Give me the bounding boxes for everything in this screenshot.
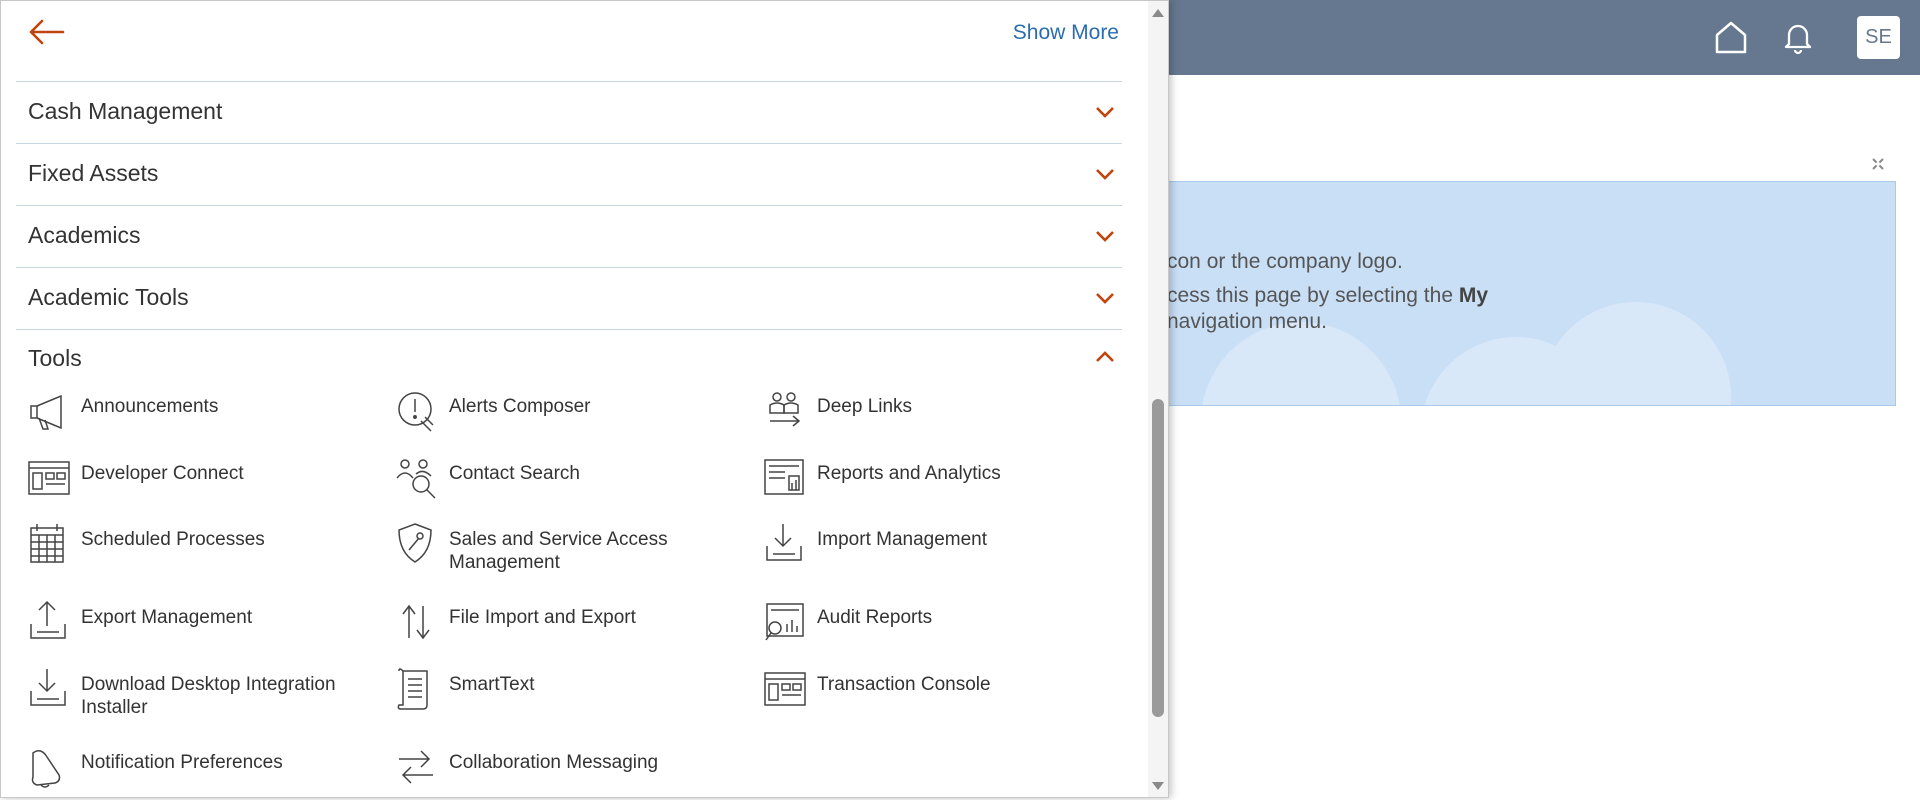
tool-label: Sales and Service Access Management [449, 529, 668, 573]
exchange-arrows-icon [399, 750, 433, 784]
console-window-icon [764, 672, 806, 706]
tool-label: Contact Search [449, 463, 580, 484]
chevron-down-icon [1096, 293, 1114, 304]
people-search-icon [396, 459, 436, 499]
section-label: Cash Management [28, 98, 223, 124]
tool-label: Transaction Console [817, 674, 991, 695]
banner-text-line1: con or the company logo. [1167, 250, 1403, 273]
megaphone-icon [30, 394, 62, 430]
export-tray-icon [30, 600, 66, 639]
home-icon[interactable] [1713, 19, 1749, 55]
import-tray-icon [766, 524, 802, 561]
report-chart-icon [764, 459, 804, 495]
tool-label: File Import and Export [449, 607, 636, 628]
back-arrow-icon[interactable] [27, 17, 67, 47]
calendar-icon [30, 524, 64, 563]
section-academic-tools[interactable]: Academic Tools [16, 267, 1122, 329]
tool-label: Reports and Analytics [817, 463, 1001, 484]
download-tray-icon [30, 669, 66, 706]
tool-label: Import Management [817, 529, 988, 550]
tool-label: Developer Connect [81, 463, 244, 484]
navigator-panel: Show More Cash Management Fixed Assets A… [0, 0, 1169, 798]
chevron-down-icon [1096, 231, 1114, 242]
tool-label: Export Management [81, 607, 253, 628]
scroll-up-arrow-icon[interactable] [1150, 7, 1166, 19]
section-fixed-assets[interactable]: Fixed Assets [16, 143, 1122, 205]
tool-label: Collaboration Messaging [449, 752, 659, 773]
scroll-document-icon [397, 668, 428, 710]
tool-label: SmartText [449, 674, 535, 695]
tool-label: Alerts Composer [449, 396, 591, 417]
scroll-down-arrow-icon[interactable] [1150, 780, 1166, 792]
tool-label: Deep Links [817, 396, 913, 417]
banner-cloud-decoration [1541, 302, 1731, 405]
tool-label: Announcements [81, 396, 219, 417]
tool-label: Scheduled Processes [81, 529, 265, 550]
banner-text-line3: navigation menu. [1167, 310, 1327, 333]
shield-wrench-icon [398, 523, 432, 563]
chevron-down-icon [1096, 169, 1114, 180]
banner-text-line2-body: cess this page by selecting the [1167, 284, 1459, 307]
section-label: Tools [28, 345, 82, 371]
chevron-down-icon [1096, 107, 1114, 118]
people-link-icon [769, 392, 801, 427]
section-cash-management[interactable]: Cash Management [16, 81, 1122, 143]
audit-report-icon [765, 603, 804, 641]
tool-label: Notification Preferences [81, 752, 283, 773]
bell-icon[interactable] [1780, 19, 1816, 55]
up-down-arrows-icon [402, 604, 430, 640]
tool-label: Audit Reports [817, 607, 933, 628]
banner-text-line2: cess this page by selecting the My [1167, 283, 1488, 309]
show-more-link[interactable]: Show More [1013, 21, 1119, 45]
banner-close-icon[interactable] [1870, 156, 1886, 172]
section-tools[interactable]: Tools [16, 329, 1122, 385]
section-label: Fixed Assets [28, 160, 159, 186]
section-label: Academic Tools [28, 284, 189, 310]
window-grid-icon [28, 461, 70, 495]
tool-label: Download Desktop Integration Installer [81, 674, 336, 718]
user-avatar[interactable]: SE [1857, 16, 1900, 59]
bell-icon [31, 750, 61, 788]
banner-text-line2-bold: My [1458, 284, 1489, 307]
chevron-up-icon [1096, 351, 1114, 362]
section-label: Academics [28, 222, 141, 248]
alert-wrench-icon [398, 392, 434, 432]
section-academics[interactable]: Academics [16, 205, 1122, 267]
scrollbar-thumb[interactable] [1152, 399, 1164, 717]
